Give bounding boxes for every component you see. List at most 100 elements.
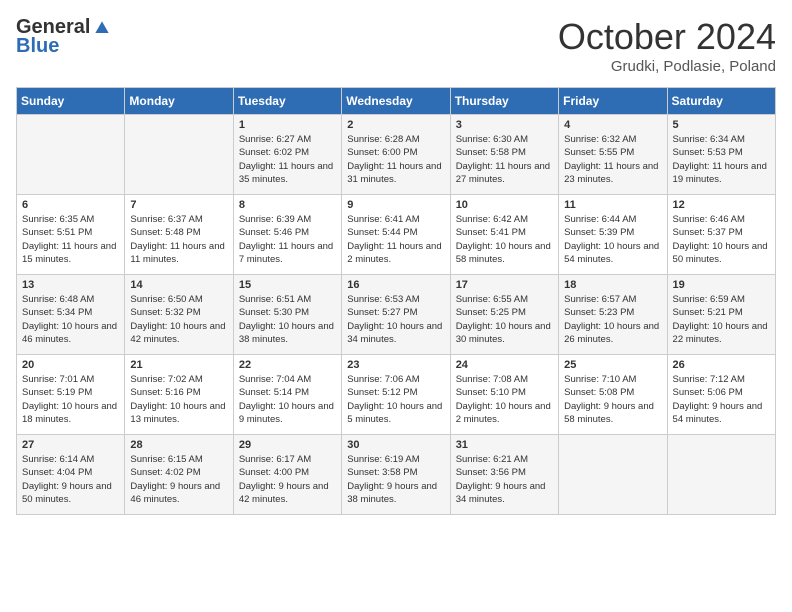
calendar-cell: 4 Sunrise: 6:32 AM Sunset: 5:55 PM Daylig…: [559, 115, 667, 195]
logo-icon: [92, 18, 112, 38]
day-number: 26: [673, 359, 770, 371]
calendar-cell: [17, 115, 125, 195]
location: Grudki, Podlasie, Poland: [558, 58, 776, 75]
day-number: 16: [347, 279, 444, 291]
day-number: 27: [22, 439, 119, 451]
day-number: 9: [347, 199, 444, 211]
day-number: 10: [456, 199, 553, 211]
calendar-cell: 19Sunrise: 6:59 AM Sunset: 5:21 PM Dayli…: [667, 275, 775, 355]
calendar-cell: 17Sunrise: 6:55 AM Sunset: 5:25 PM Dayli…: [450, 275, 558, 355]
day-info: Sunrise: 6:44 AM Sunset: 5:39 PM Dayligh…: [564, 213, 661, 266]
day-number: 28: [130, 439, 227, 451]
calendar-week-row: 20Sunrise: 7:01 AM Sunset: 5:19 PM Dayli…: [17, 355, 776, 435]
calendar-cell: [559, 435, 667, 515]
calendar-cell: 25 Sunrise: 7:10 AM Sunset: 5:08 PM Dayli…: [559, 355, 667, 435]
day-info: Sunrise: 6:55 AM Sunset: 5:25 PM Dayligh…: [456, 293, 553, 346]
day-info: Sunrise: 6:57 AM Sunset: 5:23 PM Dayligh…: [564, 293, 661, 346]
calendar-table: SundayMondayTuesdayWednesdayThursdayFrid…: [16, 87, 776, 515]
calendar-cell: 30Sunrise: 6:19 AM Sunset: 3:58 PM Dayli…: [342, 435, 450, 515]
day-number: 11: [564, 199, 661, 211]
day-info: Sunrise: 6:27 AM Sunset: 6:02 PM Dayligh…: [239, 133, 336, 186]
logo: General Blue: [16, 16, 112, 58]
calendar-cell: 23 Sunrise: 7:06 AM Sunset: 5:12 PM Dayli…: [342, 355, 450, 435]
day-info: Sunrise: 6:41 AM Sunset: 5:44 PM Dayligh…: [347, 213, 444, 266]
day-number: 30: [347, 439, 444, 451]
calendar-cell: 10 Sunrise: 6:42 AM Sunset: 5:41 PM Dayli…: [450, 195, 558, 275]
day-info: Sunrise: 7:02 AM Sunset: 5:16 PM Dayligh…: [130, 373, 227, 426]
weekday-header: Wednesday: [342, 88, 450, 115]
weekday-header: Friday: [559, 88, 667, 115]
day-info: Sunrise: 6:37 AM Sunset: 5:48 PM Dayligh…: [130, 213, 227, 266]
calendar-cell: [667, 435, 775, 515]
calendar-cell: 12 Sunrise: 6:46 AM Sunset: 5:37 PM Dayli…: [667, 195, 775, 275]
day-number: 18: [564, 279, 661, 291]
day-info: Sunrise: 6:28 AM Sunset: 6:00 PM Dayligh…: [347, 133, 444, 186]
calendar-cell: 22Sunrise: 7:04 AM Sunset: 5:14 PM Dayli…: [233, 355, 341, 435]
day-info: Sunrise: 6:50 AM Sunset: 5:32 PM Dayligh…: [130, 293, 227, 346]
calendar-week-row: 13 Sunrise: 6:48 AM Sunset: 5:34 PM Dayli…: [17, 275, 776, 355]
day-info: Sunrise: 7:10 AM Sunset: 5:08 PM Dayligh…: [564, 373, 661, 426]
day-number: 29: [239, 439, 336, 451]
page-header: General Blue October 2024 Grudki, Podlas…: [16, 16, 776, 75]
day-info: Sunrise: 6:46 AM Sunset: 5:37 PM Dayligh…: [673, 213, 770, 266]
day-number: 15: [239, 279, 336, 291]
calendar-cell: 8 Sunrise: 6:39 AM Sunset: 5:46 PM Daylig…: [233, 195, 341, 275]
day-number: 23: [347, 359, 444, 371]
calendar-cell: 2 Sunrise: 6:28 AM Sunset: 6:00 PM Daylig…: [342, 115, 450, 195]
day-info: Sunrise: 6:42 AM Sunset: 5:41 PM Dayligh…: [456, 213, 553, 266]
calendar-cell: 13 Sunrise: 6:48 AM Sunset: 5:34 PM Dayli…: [17, 275, 125, 355]
calendar-body: 1Sunrise: 6:27 AM Sunset: 6:02 PM Daylig…: [17, 115, 776, 515]
day-number: 13: [22, 279, 119, 291]
day-info: Sunrise: 6:51 AM Sunset: 5:30 PM Dayligh…: [239, 293, 336, 346]
day-info: Sunrise: 6:39 AM Sunset: 5:46 PM Dayligh…: [239, 213, 336, 266]
day-info: Sunrise: 7:12 AM Sunset: 5:06 PM Dayligh…: [673, 373, 770, 426]
calendar-cell: 31Sunrise: 6:21 AM Sunset: 3:56 PM Dayli…: [450, 435, 558, 515]
calendar-cell: 5Sunrise: 6:34 AM Sunset: 5:53 PM Daylig…: [667, 115, 775, 195]
weekday-header: Monday: [125, 88, 233, 115]
day-info: Sunrise: 7:06 AM Sunset: 5:12 PM Dayligh…: [347, 373, 444, 426]
calendar-week-row: 27 Sunrise: 6:14 AM Sunset: 4:04 PM Dayli…: [17, 435, 776, 515]
weekday-header: Tuesday: [233, 88, 341, 115]
day-number: 25: [564, 359, 661, 371]
day-number: 7: [130, 199, 227, 211]
day-info: Sunrise: 6:30 AM Sunset: 5:58 PM Dayligh…: [456, 133, 553, 186]
calendar-cell: 9 Sunrise: 6:41 AM Sunset: 5:44 PM Daylig…: [342, 195, 450, 275]
calendar-cell: 27 Sunrise: 6:14 AM Sunset: 4:04 PM Dayli…: [17, 435, 125, 515]
day-info: Sunrise: 6:34 AM Sunset: 5:53 PM Dayligh…: [673, 133, 770, 186]
day-info: Sunrise: 7:01 AM Sunset: 5:19 PM Dayligh…: [22, 373, 119, 426]
logo-blue: Blue: [16, 35, 59, 58]
day-info: Sunrise: 6:48 AM Sunset: 5:34 PM Dayligh…: [22, 293, 119, 346]
day-info: Sunrise: 6:14 AM Sunset: 4:04 PM Dayligh…: [22, 453, 119, 506]
day-number: 24: [456, 359, 553, 371]
day-number: 19: [673, 279, 770, 291]
calendar-cell: 29 Sunrise: 6:17 AM Sunset: 4:00 PM Dayli…: [233, 435, 341, 515]
calendar-cell: 14 Sunrise: 6:50 AM Sunset: 5:32 PM Dayli…: [125, 275, 233, 355]
day-number: 2: [347, 119, 444, 131]
day-info: Sunrise: 6:17 AM Sunset: 4:00 PM Dayligh…: [239, 453, 336, 506]
month-title: October 2024: [558, 16, 776, 58]
day-number: 8: [239, 199, 336, 211]
day-number: 3: [456, 119, 553, 131]
calendar-cell: 3 Sunrise: 6:30 AM Sunset: 5:58 PM Daylig…: [450, 115, 558, 195]
calendar-week-row: 6Sunrise: 6:35 AM Sunset: 5:51 PM Daylig…: [17, 195, 776, 275]
weekday-header: Saturday: [667, 88, 775, 115]
calendar-cell: 21 Sunrise: 7:02 AM Sunset: 5:16 PM Dayli…: [125, 355, 233, 435]
calendar-cell: 20Sunrise: 7:01 AM Sunset: 5:19 PM Dayli…: [17, 355, 125, 435]
weekday-header: Thursday: [450, 88, 558, 115]
title-block: October 2024 Grudki, Podlasie, Poland: [558, 16, 776, 75]
day-info: Sunrise: 7:04 AM Sunset: 5:14 PM Dayligh…: [239, 373, 336, 426]
calendar-cell: 1Sunrise: 6:27 AM Sunset: 6:02 PM Daylig…: [233, 115, 341, 195]
weekday-header: Sunday: [17, 88, 125, 115]
calendar-header-row: SundayMondayTuesdayWednesdayThursdayFrid…: [17, 88, 776, 115]
calendar-cell: 28Sunrise: 6:15 AM Sunset: 4:02 PM Dayli…: [125, 435, 233, 515]
calendar-cell: [125, 115, 233, 195]
calendar-cell: 6Sunrise: 6:35 AM Sunset: 5:51 PM Daylig…: [17, 195, 125, 275]
day-number: 12: [673, 199, 770, 211]
day-info: Sunrise: 6:32 AM Sunset: 5:55 PM Dayligh…: [564, 133, 661, 186]
day-number: 4: [564, 119, 661, 131]
day-number: 14: [130, 279, 227, 291]
day-info: Sunrise: 6:53 AM Sunset: 5:27 PM Dayligh…: [347, 293, 444, 346]
day-number: 31: [456, 439, 553, 451]
calendar-cell: 7 Sunrise: 6:37 AM Sunset: 5:48 PM Daylig…: [125, 195, 233, 275]
day-number: 21: [130, 359, 227, 371]
